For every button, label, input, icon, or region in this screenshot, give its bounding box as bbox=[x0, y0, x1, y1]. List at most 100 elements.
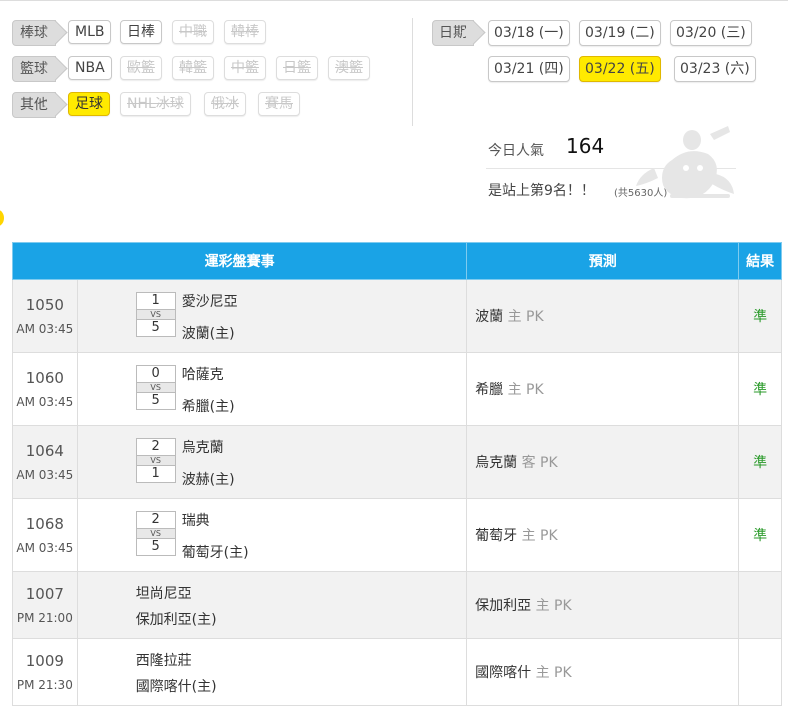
prediction-cell: 國際喀什 主 PK bbox=[466, 638, 740, 706]
game-number: 1007 bbox=[25, 585, 64, 603]
chip-cpbl: 中職 bbox=[172, 20, 214, 44]
top-border bbox=[0, 0, 788, 1]
result-cell: 準 bbox=[738, 352, 782, 426]
time-cell: 1068 AM 03:45 bbox=[12, 498, 78, 572]
pick-team: 國際喀什 bbox=[475, 665, 532, 681]
date-chip-0322[interactable]: 03/22 (五) bbox=[579, 56, 661, 82]
away-score: 2 bbox=[151, 512, 160, 527]
away-score: 2 bbox=[151, 439, 160, 454]
date-chip-0319[interactable]: 03/19 (二) bbox=[579, 20, 661, 46]
result-cell: 準 bbox=[738, 498, 782, 572]
match-cell: 坦尚尼亞 保加利亞(主) bbox=[76, 571, 468, 639]
game-number: 1068 bbox=[25, 515, 64, 533]
chip-kbo: 韓棒 bbox=[224, 20, 266, 44]
time-cell: 1007 PM 21:00 bbox=[12, 571, 78, 639]
popularity-value: 164 bbox=[566, 134, 605, 158]
result-cell: 準 bbox=[738, 425, 782, 499]
chip-china-basketball: 中籃 bbox=[224, 56, 266, 80]
chip-euro-basketball: 歐籃 bbox=[120, 56, 162, 80]
home-team: 波蘭(主) bbox=[181, 326, 235, 342]
game-time: AM 03:45 bbox=[16, 395, 74, 409]
predictions-table: 運彩盤賽事 預測 結果 1050 AM 03:45 1 VS 5 愛沙尼亞 波蘭… bbox=[11, 242, 782, 706]
pick-team: 波蘭 bbox=[475, 309, 504, 325]
chip-korea-basketball: 韓籃 bbox=[172, 56, 214, 80]
game-time: AM 03:45 bbox=[16, 468, 74, 482]
vs-label: VS bbox=[136, 528, 175, 539]
time-cell: 1060 AM 03:45 bbox=[12, 352, 78, 426]
match-cell: 0 VS 5 哈薩克 希臘(主) bbox=[76, 352, 468, 426]
score-box: 0 VS 5 bbox=[135, 365, 176, 410]
category-label-other: 其他 bbox=[12, 92, 56, 118]
away-score: 1 bbox=[151, 293, 160, 308]
home-score: 5 bbox=[151, 320, 160, 335]
pick-team: 葡萄牙 bbox=[475, 528, 518, 544]
pick-team: 烏克蘭 bbox=[475, 455, 518, 471]
table-row: 1007 PM 21:00 坦尚尼亞 保加利亞(主) 保加利亞 主 PK bbox=[12, 571, 782, 639]
match-cell: 2 VS 5 瑞典 葡萄牙(主) bbox=[76, 498, 468, 572]
chip-mlb[interactable]: MLB bbox=[68, 20, 112, 44]
result-cell bbox=[738, 571, 782, 639]
rank-text: 是站上第9名！！ bbox=[488, 183, 595, 199]
date-chip-0321[interactable]: 03/21 (四) bbox=[488, 56, 570, 82]
away-score: 0 bbox=[151, 366, 160, 381]
pick-team: 希臘 bbox=[475, 382, 504, 398]
match-cell: 1 VS 5 愛沙尼亞 波蘭(主) bbox=[76, 279, 468, 353]
home-score: 5 bbox=[151, 539, 160, 554]
prediction-cell: 波蘭 主 PK bbox=[466, 279, 740, 353]
prediction-cell: 保加利亞 主 PK bbox=[466, 571, 740, 639]
header-prediction: 預測 bbox=[466, 242, 740, 280]
match-cell: 西隆拉莊 國際喀什(主) bbox=[76, 638, 468, 706]
prediction-cell: 葡萄牙 主 PK bbox=[466, 498, 740, 572]
score-box: 2 VS 1 bbox=[135, 438, 176, 483]
away-team: 愛沙尼亞 bbox=[181, 294, 238, 310]
pick-team: 保加利亞 bbox=[475, 598, 532, 614]
chip-nhl: NHL冰球 bbox=[120, 92, 191, 116]
date-label: 日期 bbox=[432, 20, 474, 46]
chip-soccer[interactable]: 足球 bbox=[68, 92, 110, 116]
pick-type: 主 PK bbox=[521, 528, 558, 544]
prediction-cell: 希臘 主 PK bbox=[466, 352, 740, 426]
date-chip-0323[interactable]: 03/23 (六) bbox=[674, 56, 756, 82]
prediction-cell: 烏克蘭 客 PK bbox=[466, 425, 740, 499]
date-chip-0320[interactable]: 03/20 (三) bbox=[670, 20, 752, 46]
home-team: 國際喀什(主) bbox=[135, 679, 217, 695]
date-chip-0318[interactable]: 03/18 (一) bbox=[488, 20, 570, 46]
home-score: 1 bbox=[151, 466, 160, 481]
home-team: 保加利亞(主) bbox=[135, 612, 217, 628]
result-cell: 準 bbox=[738, 279, 782, 353]
vs-label: VS bbox=[136, 382, 175, 393]
home-team: 希臘(主) bbox=[181, 399, 235, 415]
time-cell: 1009 PM 21:30 bbox=[12, 638, 78, 706]
game-time: AM 03:45 bbox=[16, 322, 74, 336]
pick-type: 客 PK bbox=[521, 455, 558, 471]
time-cell: 1050 AM 03:45 bbox=[12, 279, 78, 353]
game-number: 1060 bbox=[25, 369, 64, 387]
score-box: 2 VS 5 bbox=[135, 511, 176, 556]
vertical-divider bbox=[412, 18, 413, 126]
game-time: PM 21:00 bbox=[16, 611, 73, 625]
pick-type: 主 PK bbox=[507, 309, 544, 325]
header-event: 運彩盤賽事 bbox=[11, 242, 468, 280]
away-team: 西隆拉莊 bbox=[135, 653, 192, 669]
game-time: PM 21:30 bbox=[16, 678, 73, 692]
category-label-baseball: 棒球 bbox=[12, 20, 56, 46]
side-marker bbox=[0, 210, 4, 226]
home-team: 葡萄牙(主) bbox=[181, 545, 249, 561]
game-number: 1064 bbox=[25, 442, 64, 460]
chip-nba[interactable]: NBA bbox=[68, 56, 112, 80]
chip-npb[interactable]: 日棒 bbox=[120, 20, 162, 44]
home-score: 5 bbox=[151, 393, 160, 408]
away-team: 烏克蘭 bbox=[181, 440, 224, 456]
game-time: AM 03:45 bbox=[16, 541, 74, 555]
score-box: 1 VS 5 bbox=[135, 292, 176, 337]
time-cell: 1064 AM 03:45 bbox=[12, 425, 78, 499]
vs-label: VS bbox=[136, 309, 175, 320]
popularity-label: 今日人氣 bbox=[488, 143, 544, 159]
vs-label: VS bbox=[136, 455, 175, 466]
mascot-watermark-icon bbox=[636, 126, 734, 199]
pick-type: 主 PK bbox=[507, 382, 544, 398]
result-cell bbox=[738, 638, 782, 706]
table-row: 1060 AM 03:45 0 VS 5 哈薩克 希臘(主) 希臘 主 PK 準 bbox=[12, 352, 782, 426]
table-header-row: 運彩盤賽事 預測 結果 bbox=[11, 242, 782, 280]
home-team: 波赫(主) bbox=[181, 472, 235, 488]
